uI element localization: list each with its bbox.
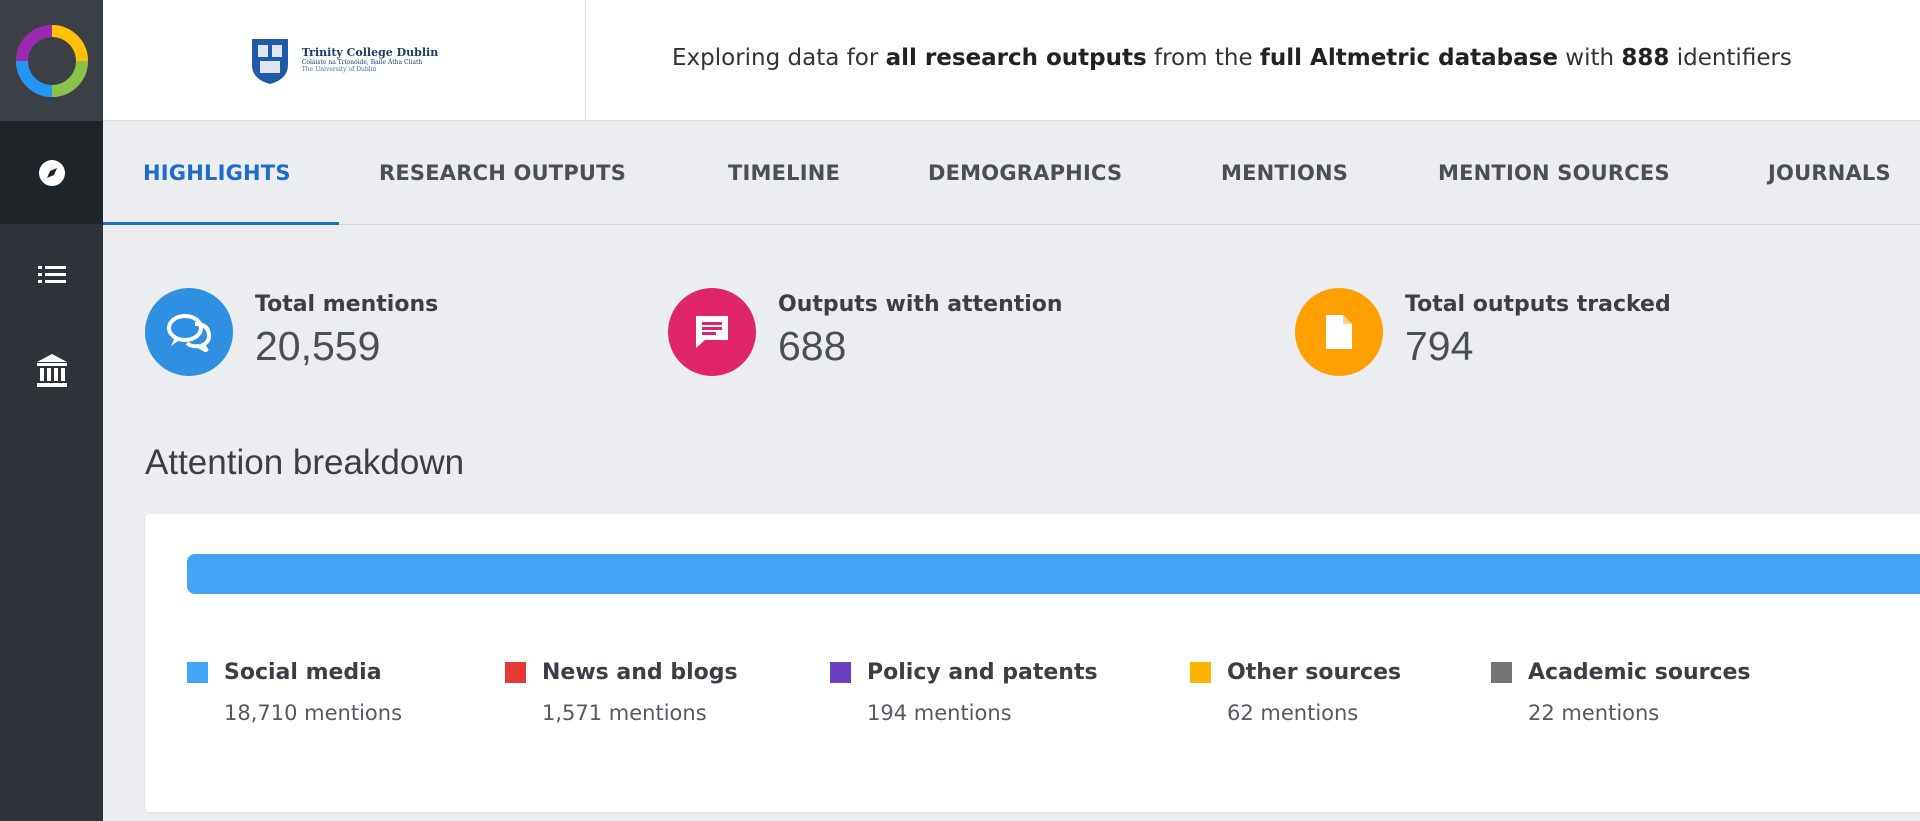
legend-name: News and blogs [542,660,738,685]
explore-prefix: Exploring data for [672,45,886,71]
explore-scope: all research outputs [885,45,1147,71]
tab-research-outputs[interactable]: RESEARCH OUTPUTS [379,121,626,225]
explore-description: Exploring data for all research outputs … [672,45,1792,71]
legend-item-news-and-blogs[interactable]: News and blogs 1,571 mentions [505,660,738,725]
legend-name: Policy and patents [867,660,1098,685]
legend-item-policy-and-patents[interactable]: Policy and patents 194 mentions [830,660,1098,725]
sidebar-item-list[interactable] [0,265,103,285]
tab-mentions[interactable]: MENTIONS [1221,121,1348,225]
legend-swatch [1491,662,1512,683]
legend-count: 22 mentions [1528,701,1660,725]
stat-total-outputs-tracked: Total outputs tracked 794 [1295,288,1671,376]
legend-name: Other sources [1227,660,1402,685]
legend-swatch [830,662,851,683]
tab-highlights[interactable]: HIGHLIGHTS [143,121,291,225]
active-tab-indicator [103,222,339,225]
explore-suffix: identifiers [1669,45,1792,71]
stat-icon-circle [668,288,756,376]
list-icon [37,266,66,283]
tab-timeline[interactable]: TIMELINE [728,121,840,225]
institution-subtitle-2: The University of Dublin [301,65,377,73]
compass-icon [38,159,65,186]
institution-logo[interactable]: Trinity College Dublin Coláiste na Tríon… [103,0,586,121]
document-icon [1326,315,1352,349]
attention-bar [187,554,1920,594]
legend-name: Academic sources [1528,660,1751,685]
attention-bar-segment[interactable] [187,554,1920,594]
crest-icon [251,38,288,84]
legend-count: 18,710 mentions [224,701,403,725]
tab-demographics[interactable]: DEMOGRAPHICS [928,121,1122,225]
stat-label: Total outputs tracked [1405,292,1671,317]
legend-count: 1,571 mentions [542,701,707,725]
stat-value: 794 [1405,323,1474,369]
sidebar-item-highlights[interactable] [0,121,103,224]
stat-label: Total mentions [255,292,439,317]
altmetric-logo[interactable] [0,0,103,121]
legend-count: 194 mentions [867,701,1012,725]
legend-item-other-sources[interactable]: Other sources 62 mentions [1190,660,1401,725]
legend-swatch [187,662,208,683]
stat-value: 20,559 [255,323,381,369]
speech-bubbles-icon [167,314,212,352]
explore-source: full Altmetric database [1259,45,1558,71]
message-icon [696,316,728,348]
sidebar-item-institution[interactable] [0,353,103,389]
stat-icon-circle [145,288,233,376]
altmetric-logo-icon [15,24,88,97]
legend-count: 62 mentions [1227,701,1359,725]
stat-value: 688 [778,323,847,369]
section-title: Attention breakdown [145,443,465,482]
legend-name: Social media [224,660,382,685]
sidebar [0,0,103,821]
stat-label: Outputs with attention [778,292,1063,317]
tab-mention-sources[interactable]: MENTION SOURCES [1438,121,1670,225]
legend-swatch [505,662,526,683]
stat-icon-circle [1295,288,1383,376]
legend-item-social-media[interactable]: Social media 18,710 mentions [187,660,402,725]
legend-item-academic-sources[interactable]: Academic sources 22 mentions [1491,660,1751,725]
explore-mid: from the [1146,45,1260,71]
stat-outputs-with-attention: Outputs with attention 688 [668,288,1063,376]
legend-swatch [1190,662,1211,683]
header: Trinity College Dublin Coláiste na Tríon… [103,0,1920,121]
attention-breakdown-card: Social media 18,710 mentions News and bl… [145,514,1920,812]
explore-count: 888 [1621,45,1670,71]
explore-with: with [1557,45,1622,71]
institution-icon [36,354,67,387]
tab-bar: HIGHLIGHTS RESEARCH OUTPUTS TIMELINE DEM… [103,121,1920,225]
tab-journals[interactable]: JOURNALS [1768,121,1891,225]
stat-total-mentions: Total mentions 20,559 [145,288,438,376]
